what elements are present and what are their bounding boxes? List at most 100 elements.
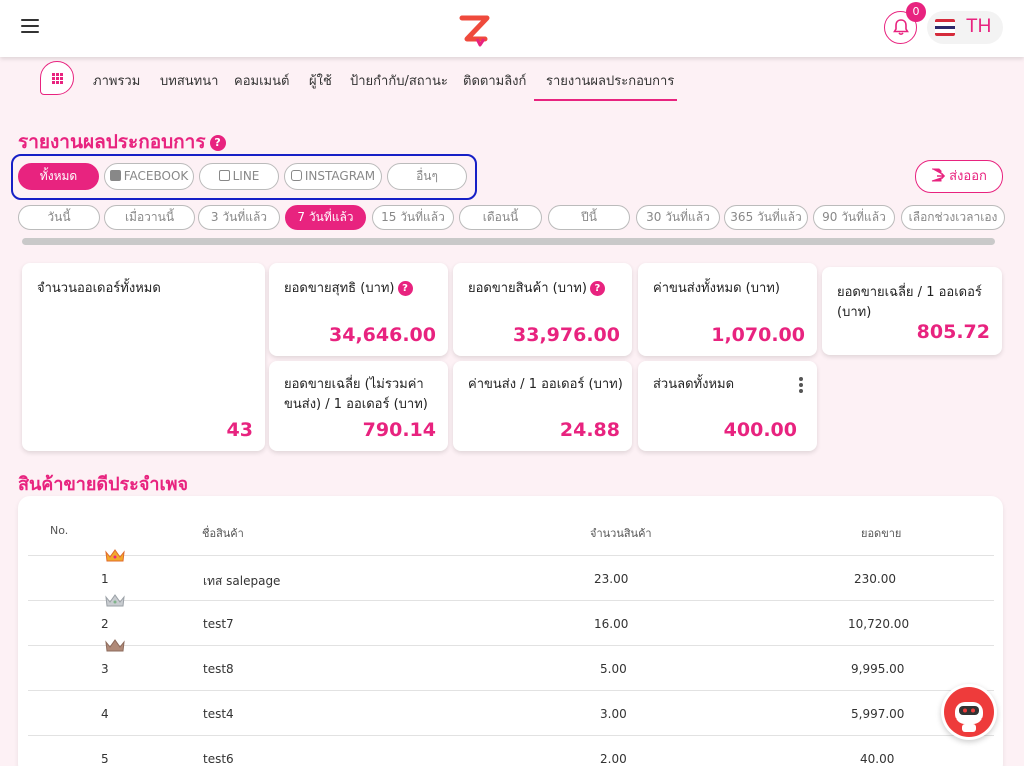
table-row[interactable]: 2 test7 16.00 10,720.00 xyxy=(28,594,994,645)
cell-quantity: 2.00 xyxy=(600,752,627,766)
channel-tab-other[interactable]: อื่นๆ xyxy=(387,163,467,190)
tab-users[interactable]: ผู้ใช้ xyxy=(309,70,332,91)
range-7-days[interactable]: 7 วันที่แล้ว xyxy=(285,205,366,230)
card-shipping-per-order-value: 24.88 xyxy=(559,419,620,441)
range-365-days[interactable]: 365 วันที่แล้ว xyxy=(724,205,808,230)
cell-product-name: test8 xyxy=(203,662,234,676)
silver-crown-icon xyxy=(105,594,125,607)
help-icon[interactable]: ? xyxy=(397,281,413,296)
tab-link-tracking[interactable]: ติดตามลิงก์ xyxy=(463,70,526,91)
range-90-days[interactable]: 90 วันที่แล้ว xyxy=(813,205,895,230)
table-row[interactable]: 4 test4 3.00 5,997.00 xyxy=(28,690,994,735)
card-avg-sales-excl-shipping-value: 790.14 xyxy=(362,419,436,441)
range-custom[interactable]: เลือกช่วงเวลาเอง xyxy=(901,205,1005,230)
column-header-no: No. xyxy=(50,524,69,537)
svg-text:z: z xyxy=(953,716,957,724)
card-total-shipping-value: 1,070.00 xyxy=(711,324,805,346)
language-code: TH xyxy=(966,16,992,37)
channel-tab-line-label: LINE xyxy=(232,169,260,183)
card-avg-sales-excl-shipping: ยอดขายเฉลี่ย (ไม่รวมค่าขนส่ง) / 1 ออเดอร… xyxy=(269,361,448,451)
cell-quantity: 16.00 xyxy=(594,617,629,631)
thailand-flag-icon xyxy=(935,19,955,36)
cell-no: 2 xyxy=(101,617,109,631)
best-sellers-title: สินค้าขายดีประจำเพจ xyxy=(18,474,189,495)
cell-no: 5 xyxy=(101,752,109,766)
range-this-month[interactable]: เดือนนี้ xyxy=(459,205,542,230)
page-title: รายงานผลประกอบการ? xyxy=(18,127,226,157)
cell-no: 1 xyxy=(101,572,109,586)
channel-tab-instagram[interactable]: INSTAGRAM xyxy=(284,163,382,190)
channel-tab-facebook-label: FACEBOOK xyxy=(123,169,189,183)
card-product-sales-value: 33,976.00 xyxy=(513,324,620,346)
column-header-sales: ยอดขาย xyxy=(861,527,902,540)
language-selector[interactable]: TH xyxy=(927,11,1003,44)
top-bar: 0 TH xyxy=(0,0,1024,57)
card-product-sales-text: ยอดขายสินค้า (บาท) xyxy=(468,281,587,296)
grid-icon xyxy=(52,73,63,84)
channel-tab-all[interactable]: ทั้งหมด xyxy=(18,163,99,190)
tab-performance-report[interactable]: รายงานผลประกอบการ xyxy=(546,70,674,91)
cell-sales: 230.00 xyxy=(854,572,896,586)
bell-icon xyxy=(893,19,909,36)
card-net-sales-text: ยอดขายสุทธิ (บาท) xyxy=(284,281,395,296)
cell-product-name: test4 xyxy=(203,707,234,721)
cell-quantity: 3.00 xyxy=(600,707,627,721)
cell-sales: 5,997.00 xyxy=(851,707,905,721)
cell-quantity: 5.00 xyxy=(600,662,627,676)
cell-product-name: test7 xyxy=(203,617,234,631)
column-header-product-name: ชื่อสินค้า xyxy=(202,527,244,540)
cell-sales: 9,995.00 xyxy=(851,662,905,676)
robot-icon: z z xyxy=(944,687,994,737)
cell-no: 4 xyxy=(101,707,109,721)
table-row[interactable]: 5 test6 2.00 40.00 xyxy=(28,735,994,766)
tab-labels-status[interactable]: ป้ายกำกับ/สถานะ xyxy=(350,70,448,91)
range-15-days[interactable]: 15 วันที่แล้ว xyxy=(372,205,454,230)
apps-grid-button[interactable] xyxy=(40,61,74,95)
channel-tab-facebook[interactable]: FACEBOOK xyxy=(104,163,194,190)
card-total-orders: จำนวนออเดอร์ทั้งหมด 43 xyxy=(22,263,265,451)
range-yesterday[interactable]: เมื่อวานนี้ xyxy=(104,205,195,230)
sub-navigation: ภาพรวม บทสนทนา คอมเมนต์ ผู้ใช้ ป้ายกำกับ… xyxy=(0,58,1024,102)
export-icon xyxy=(931,168,946,182)
hamburger-menu-icon[interactable] xyxy=(21,19,39,33)
active-tab-indicator xyxy=(534,99,677,101)
tab-overview[interactable]: ภาพรวม xyxy=(93,70,140,91)
export-label: ส่งออก xyxy=(949,169,987,184)
date-range-scrollbar[interactable] xyxy=(22,238,995,245)
page-title-text: รายงานผลประกอบการ xyxy=(18,131,206,153)
range-3-days[interactable]: 3 วันที่แล้ว xyxy=(198,205,280,230)
card-product-sales: ยอดขายสินค้า (บาท)? 33,976.00 xyxy=(453,263,632,356)
card-product-sales-label: ยอดขายสินค้า (บาท)? xyxy=(468,279,605,299)
tab-comments[interactable]: คอมเมนต์ xyxy=(234,70,289,91)
bronze-crown-icon xyxy=(105,639,125,652)
export-button[interactable]: ส่งออก xyxy=(915,160,1003,193)
range-this-year[interactable]: ปีนี้ xyxy=(548,205,630,230)
card-total-shipping-label: ค่าขนส่งทั้งหมด (บาท) xyxy=(653,281,780,296)
table-row[interactable]: 3 test8 5.00 9,995.00 xyxy=(28,639,994,690)
card-shipping-per-order: ค่าขนส่ง / 1 ออเดอร์ (บาท) 24.88 xyxy=(453,361,632,451)
range-today[interactable]: วันนี้ xyxy=(18,205,100,230)
notification-count-badge: 0 xyxy=(906,2,926,22)
chatbot-button[interactable]: z z xyxy=(941,684,997,740)
range-30-days[interactable]: 30 วันที่แล้ว xyxy=(636,205,720,230)
card-avg-sales-per-order-label: ยอดขายเฉลี่ย / 1 ออเดอร์ (บาท) xyxy=(837,285,982,320)
card-total-discount-label: ส่วนลดทั้งหมด xyxy=(653,377,735,392)
cell-sales: 40.00 xyxy=(860,752,895,766)
card-total-orders-value: 43 xyxy=(226,419,253,441)
card-avg-sales-per-order: ยอดขายเฉลี่ย / 1 ออเดอร์ (บาท) 805.72 xyxy=(822,267,1002,355)
cell-product-name: เทส salepage xyxy=(203,574,281,588)
help-icon[interactable]: ? xyxy=(209,135,226,151)
tab-conversations[interactable]: บทสนทนา xyxy=(160,70,218,91)
svg-text:z: z xyxy=(981,716,985,724)
channel-tab-line[interactable]: LINE xyxy=(199,163,279,190)
card-total-discount: ส่วนลดทั้งหมด 400.00 xyxy=(638,361,817,451)
line-icon xyxy=(218,170,230,181)
gold-crown-icon xyxy=(105,549,125,562)
zwiz-logo xyxy=(459,15,490,47)
card-total-shipping: ค่าขนส่งทั้งหมด (บาท) 1,070.00 xyxy=(638,263,817,356)
help-icon[interactable]: ? xyxy=(589,281,605,296)
best-sellers-table: No. ชื่อสินค้า จำนวนสินค้า ยอดขาย 1 เทส … xyxy=(18,496,1003,766)
more-options-icon[interactable] xyxy=(799,377,803,395)
table-row[interactable]: 1 เทส salepage 23.00 230.00 xyxy=(28,549,994,600)
cell-product-name: test6 xyxy=(203,752,234,766)
